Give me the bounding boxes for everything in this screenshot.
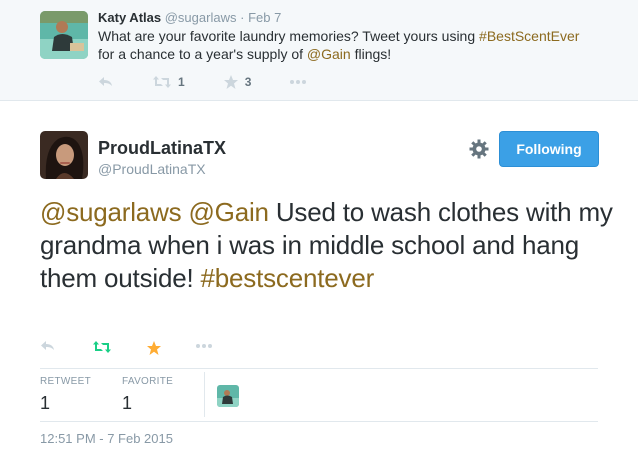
- more-button[interactable]: [195, 343, 213, 349]
- following-button[interactable]: Following: [499, 131, 599, 167]
- reply-icon: [41, 341, 54, 350]
- star-icon: [223, 75, 238, 89]
- parent-text-part: flings!: [350, 46, 392, 62]
- proudlatina-avatar[interactable]: [40, 131, 88, 179]
- retweet-icon: [93, 341, 111, 353]
- mention-link[interactable]: @Gain: [307, 46, 351, 62]
- parent-tweet-header: Katy Atlas @sugarlaws · Feb 7: [98, 10, 281, 25]
- retweet-stat-label: RETWEET: [40, 376, 91, 387]
- retweet-icon: [153, 76, 171, 88]
- retweet-button[interactable]: [92, 340, 112, 354]
- more-icon: [290, 80, 307, 84]
- parent-author-name[interactable]: Katy Atlas: [98, 10, 161, 25]
- mention-link-sugarlaws[interactable]: @sugarlaws: [40, 197, 182, 227]
- reply-button[interactable]: [98, 76, 114, 88]
- parent-text-part: What are your favorite laundry memories?…: [98, 28, 480, 44]
- favoriter-avatar[interactable]: [217, 385, 239, 407]
- reply-button[interactable]: [40, 340, 56, 352]
- parent-tweet-actions: 1 3: [98, 73, 307, 91]
- author-handle[interactable]: @ProudLatinaTX: [98, 161, 206, 177]
- retweet-count: 1: [178, 75, 185, 89]
- hashtag-link[interactable]: #BestScentEver: [479, 28, 579, 44]
- more-button[interactable]: [289, 79, 307, 85]
- gear-icon: [469, 139, 489, 159]
- reply-icon: [99, 77, 112, 86]
- tweet-timestamp[interactable]: 12:51 PM - 7 Feb 2015: [40, 431, 173, 446]
- more-icon: [196, 344, 212, 348]
- retweet-stat[interactable]: RETWEET 1: [40, 376, 91, 414]
- stats-separator: [204, 372, 205, 417]
- user-actions-button[interactable]: [468, 138, 490, 160]
- hashtag-link-bestscentever[interactable]: #bestscentever: [201, 263, 375, 293]
- katy-avatar[interactable]: [40, 11, 88, 59]
- dot-separator: ·: [240, 10, 245, 25]
- parent-author-handle[interactable]: @sugarlaws: [165, 10, 237, 25]
- parent-text-part: for a chance to a year's supply of: [98, 46, 307, 62]
- retweet-stat-value: 1: [40, 393, 51, 413]
- parent-tweet-text: What are your favorite laundry memories?…: [98, 27, 618, 63]
- star-icon: [147, 341, 161, 355]
- favorite-stat-value: 1: [122, 393, 133, 413]
- author-name[interactable]: ProudLatinaTX: [98, 138, 226, 159]
- favorite-stat-label: FAVORITE: [122, 376, 174, 387]
- favorite-stat[interactable]: FAVORITE 1: [122, 376, 173, 414]
- parent-tweet-time[interactable]: Feb 7: [248, 10, 281, 25]
- retweet-button[interactable]: 1: [152, 75, 185, 89]
- tweet-text: @sugarlaws @Gain Used to wash clothes wi…: [40, 196, 620, 295]
- parent-tweet[interactable]: Katy Atlas @sugarlaws · Feb 7 What are y…: [0, 0, 638, 101]
- divider: [40, 368, 598, 369]
- favorite-button[interactable]: [146, 340, 162, 356]
- favorite-button[interactable]: 3: [223, 74, 252, 90]
- divider: [40, 421, 598, 422]
- favorite-count: 3: [244, 75, 252, 89]
- mention-link-gain[interactable]: @Gain: [188, 197, 269, 227]
